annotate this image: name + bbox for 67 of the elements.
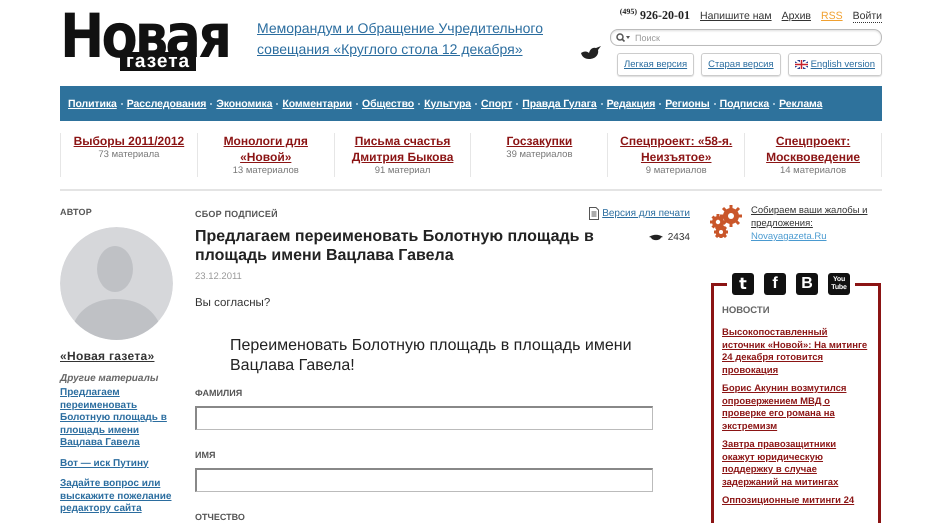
article-link[interactable]: Вот — иск Путину	[60, 458, 178, 470]
article-title: Предлагаем переименовать Болотную площадь в площадь имени Вацлава Гавела	[195, 227, 595, 265]
field-label: ИМЯ	[195, 450, 216, 460]
rubric-link[interactable]: Выборы 2011/2012	[74, 133, 184, 149]
article-link[interactable]: Задайте вопрос или выскажите пожелание редактору сайта	[60, 478, 178, 516]
version-button[interactable]: English version	[788, 53, 882, 76]
article-date: 23.12.2011	[195, 271, 243, 282]
bird-icon	[580, 44, 602, 60]
rubric-link[interactable]: Письма счастья Дмитрия Быкова	[342, 133, 462, 165]
nav-link[interactable]: Политика	[68, 98, 117, 110]
rubric-link[interactable]: Госзакупки	[506, 133, 572, 149]
print-link[interactable]: Версия для печати	[589, 207, 690, 220]
rubric-link[interactable]: Спецпроект: «58-я. Неизъятое»	[616, 133, 736, 165]
feedback-text: Собираем ваши жалобы и предложения:	[751, 204, 868, 230]
phone-number: $^{(495)}$ 926-20-01	[620, 7, 690, 23]
news-link[interactable]: Борис Акунин возмутился опровержением МВД о проверке его романа на экстремизм	[722, 383, 868, 433]
promo-link[interactable]: Меморандум и Обращение Учредительного совещания «Круглого стола 12 декабря»	[257, 18, 576, 60]
header-link[interactable]: Архив	[782, 10, 812, 22]
nav-link[interactable]: Правда Гулага	[522, 98, 597, 110]
text-field[interactable]	[195, 468, 653, 492]
login-link[interactable]: Войти	[852, 10, 882, 23]
petition-text: Переименовать Болотную площадь в площадь имени Вацлава Гавела!	[229, 336, 633, 376]
facebook-icon[interactable]: f	[764, 273, 786, 295]
nav-link[interactable]: Экономика	[216, 98, 272, 110]
material-count: 9 материалов	[646, 165, 707, 177]
vk-icon[interactable]: B	[796, 273, 818, 295]
article-lead: Вы согласны?	[195, 297, 272, 309]
field-label: ОТЧЕСТВО	[195, 512, 246, 522]
nav-link[interactable]: Общество	[362, 98, 414, 110]
nav-link[interactable]: Комментарии	[282, 98, 352, 110]
news-link[interactable]: Оппозиционные митинги 24	[722, 495, 868, 508]
material-count: 14 материалов	[780, 165, 846, 177]
rubric-link[interactable]: Монологи для «Новой»	[206, 133, 326, 165]
avatar-icon	[60, 227, 173, 340]
nav-link[interactable]: Регионы	[665, 98, 710, 110]
news-link[interactable]: Высокопоставленный источник «Новой»: На митинге 24 декабря готовится провокация	[722, 327, 868, 377]
document-icon	[589, 207, 600, 220]
site-link[interactable]: Novayagazeta.Ru	[751, 230, 881, 243]
field-label: ФАМИЛИЯ	[195, 388, 244, 398]
news-link[interactable]: Завтра правозащитники окажут юридическую поддержку в случае задержаний на митингах	[722, 439, 868, 489]
material-count: 13 материалов	[232, 165, 299, 177]
material-count: 91 материал	[374, 165, 430, 177]
version-button[interactable]: Легкая версия	[617, 53, 694, 76]
author-link[interactable]: «Новая газета»	[60, 349, 178, 363]
nav-link[interactable]: Реклама	[779, 98, 822, 110]
rubric-label: СБОР ПОДПИСЕЙ	[195, 208, 278, 218]
version-button[interactable]: Старая версия	[701, 53, 781, 76]
section-label: Другие материалы	[60, 373, 160, 384]
text-field[interactable]	[195, 406, 653, 430]
material-count: 39 материалов	[506, 149, 572, 161]
view-count: 2434	[668, 232, 690, 243]
rubric-link[interactable]: Спецпроект: Москвоведение	[753, 133, 873, 165]
nav-link[interactable]: Расследования	[126, 98, 206, 110]
nav-link[interactable]: Культура	[424, 98, 472, 110]
nav-link[interactable]: Редакция	[606, 98, 656, 110]
article-link[interactable]: Предлагаем переименовать Болотную площадь в площадь имени Вацлава Гавела	[60, 387, 178, 450]
gears-icon	[709, 204, 745, 238]
header-link[interactable]: Напишите нам	[700, 10, 772, 22]
news-heading: НОВОСТИ	[722, 305, 771, 316]
twitter-icon[interactable]: t	[732, 273, 754, 295]
material-count: 73 материала	[98, 149, 160, 161]
section-label: АВТОР	[60, 207, 93, 217]
flag-icon	[794, 60, 808, 69]
search-field[interactable]: Поиск	[610, 29, 882, 46]
nav-link[interactable]: Подписка	[720, 98, 770, 110]
eye-icon	[648, 234, 663, 242]
nav-link[interactable]: Спорт	[481, 98, 512, 110]
